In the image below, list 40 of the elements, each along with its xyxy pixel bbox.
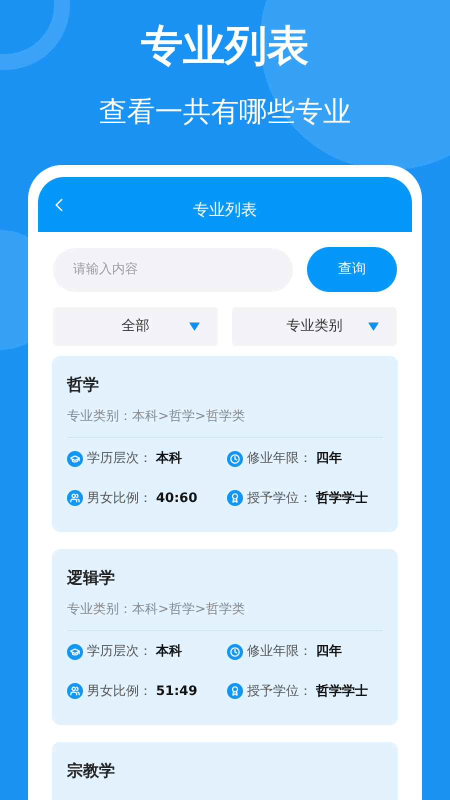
field-value: 51:49 [156,682,198,700]
major-name: 逻辑学 [67,567,116,589]
major-category: 专业类别：本科>哲学>哲学类 [67,408,246,426]
medal-icon [227,683,243,700]
field-label: 学历层次： [87,643,152,661]
field-value: 四年 [316,643,342,661]
people-icon [67,683,83,700]
major-name: 宗教学 [67,760,116,782]
field-label: 修业年限： [247,643,312,661]
field-label: 授予学位： [247,682,312,700]
field-value: 哲学学士 [316,682,368,700]
major-card[interactable]: 逻辑学 专业类别：本科>哲学>哲学类 学历层次： 本科 修业年限： 四年 男女比例： 51:49 授予学位： 哲学学士 [52,549,398,725]
caret-icon [189,322,200,331]
filter-dropdown[interactable]: 专业类别 [232,307,397,346]
clock-icon [227,644,243,660]
field-value: 本科 [156,643,182,661]
field-label: 学历层次： [87,450,152,468]
filter-dropdown[interactable]: 全部 [53,307,218,346]
major-name: 哲学 [67,374,100,396]
search-field[interactable]: 请输入内容 [53,248,293,292]
screen-title: 专业列表 [193,198,257,220]
graduation-cap-icon [67,450,83,467]
clock-icon [227,450,243,467]
caret-icon [368,322,379,331]
field-label: 男女比例： [87,490,152,508]
field-value: 哲学学士 [316,490,368,508]
field-label: 授予学位： [247,490,312,508]
people-icon [67,490,83,506]
major-category: 专业类别：本科>哲学>哲学类 [67,601,246,619]
graduation-cap-icon [67,644,83,660]
subheadline: 查看一共有哪些专业 [99,94,351,130]
field-value: 四年 [316,450,342,468]
field-value: 40:60 [156,490,198,508]
major-card[interactable]: 哲学 专业类别：本科>哲学>哲学类 学历层次： 本科 修业年限： 四年 男女比例： 40:60 授予学位： 哲学学士 [52,356,398,532]
headline: 专业列表 [141,20,309,72]
medal-icon [227,490,243,506]
major-card[interactable]: 宗教学 [52,742,398,800]
field-value: 本科 [156,450,182,468]
field-label: 修业年限： [247,450,312,468]
field-label: 男女比例： [87,682,152,700]
